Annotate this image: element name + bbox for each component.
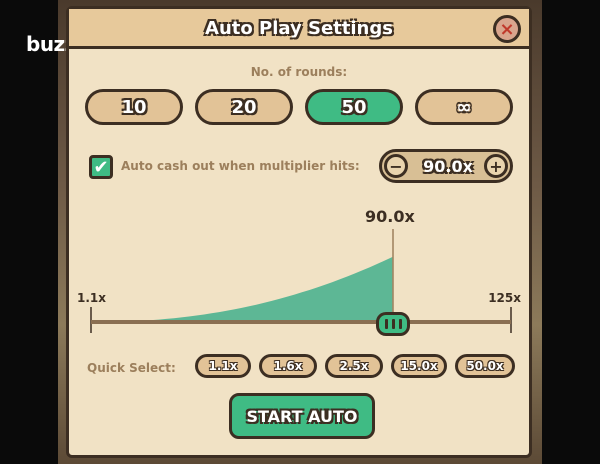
multiplier-curve-chart <box>90 229 512 333</box>
axis-min-label: 1.1x <box>77 291 106 305</box>
grip-line <box>391 319 395 329</box>
grip-line <box>384 319 388 329</box>
multiplier-slider-handle[interactable] <box>376 312 410 336</box>
quick-select-label: Quick Select: <box>87 361 176 375</box>
grip-line <box>398 319 402 329</box>
start-auto-button[interactable]: START AUTO <box>229 393 375 439</box>
quick-select-15x[interactable]: 15.0x <box>391 354 447 378</box>
curve-area <box>91 257 393 322</box>
auto-play-dialog: Auto Play Settings × No. of rounds: 10 2… <box>66 6 532 458</box>
right-letterbox <box>542 0 600 464</box>
quick-select-50x[interactable]: 50.0x <box>455 354 515 378</box>
quick-select-1-1x[interactable]: 1.1x <box>195 354 251 378</box>
current-multiplier-label: 90.0x <box>365 207 415 226</box>
left-letterbox <box>0 0 58 464</box>
quick-select-2-5x[interactable]: 2.5x <box>325 354 383 378</box>
quick-select-1-6x[interactable]: 1.6x <box>259 354 317 378</box>
axis-max-label: 125x <box>488 291 521 305</box>
